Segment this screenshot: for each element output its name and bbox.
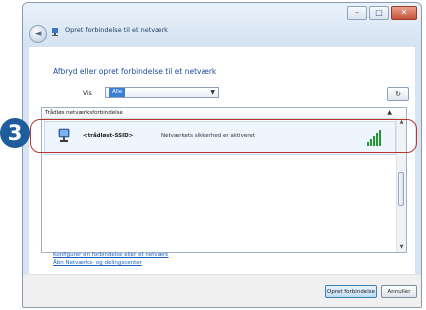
network-name: <trådløst-SSID> — [83, 133, 134, 139]
dialog-footer: Opret forbindelse Annuller — [23, 274, 421, 307]
close-button[interactable]: ✕ — [391, 6, 417, 20]
network-icon — [52, 28, 58, 36]
signal-bar-3 — [373, 136, 375, 146]
window-controls: – □ ✕ — [347, 6, 417, 20]
cancel-button[interactable]: Annuller — [381, 285, 417, 298]
back-button[interactable]: ◄ — [29, 25, 47, 43]
filter-label: Vis — [83, 90, 92, 97]
network-list-item[interactable]: <trådløst-SSID> Netværkets sikkerhed er … — [44, 121, 396, 155]
title-bar: – □ ✕ ◄ Opret forbindelse til et netværk — [23, 3, 421, 47]
filter-selected-value: Alle — [109, 88, 126, 97]
setup-connection-link[interactable]: Konfigurer en forbindelse eller et netvæ… — [53, 252, 169, 258]
window-title: Opret forbindelse til et netværk — [65, 26, 168, 34]
network-security-status: Netværkets sikkerhed er aktiveret — [161, 133, 255, 139]
signal-strength-icon — [367, 130, 381, 146]
network-list: Trådløs netværksforbindelse ▲ <trådløst-… — [41, 107, 407, 253]
network-computer-icon — [58, 128, 70, 142]
chevron-down-icon: ▼ — [210, 89, 215, 96]
scroll-up-arrow[interactable]: ▲ — [397, 118, 406, 127]
signal-bar-5 — [379, 130, 381, 146]
signal-bar-2 — [370, 139, 372, 146]
scroll-thumb[interactable] — [398, 172, 404, 206]
list-group-title: Trådløs netværksforbindelse — [45, 110, 123, 116]
step-number-badge: 3 — [0, 118, 30, 148]
refresh-button[interactable]: ↻ — [387, 87, 409, 101]
filter-select[interactable]: Alle ▼ — [105, 87, 219, 98]
network-sharing-center-link[interactable]: Åbn Netværks- og delingscenter — [53, 260, 142, 266]
collapse-icon[interactable]: ▲ — [387, 108, 392, 118]
scroll-down-arrow[interactable]: ▼ — [397, 243, 406, 252]
minimize-button[interactable]: – — [347, 6, 367, 20]
signal-bar-4 — [376, 133, 378, 146]
content-area: Afbryd eller opret forbindelse til et ne… — [29, 47, 415, 275]
signal-bar-1 — [367, 142, 369, 146]
list-group-header[interactable]: Trådløs netværksforbindelse ▲ — [42, 108, 406, 119]
maximize-button[interactable]: □ — [369, 6, 389, 20]
vertical-scrollbar[interactable]: ▲ ▼ — [396, 118, 406, 252]
connect-button[interactable]: Opret forbindelse — [325, 285, 377, 298]
connect-network-window: – □ ✕ ◄ Opret forbindelse til et netværk… — [22, 2, 422, 308]
page-heading: Afbryd eller opret forbindelse til et ne… — [53, 67, 217, 76]
